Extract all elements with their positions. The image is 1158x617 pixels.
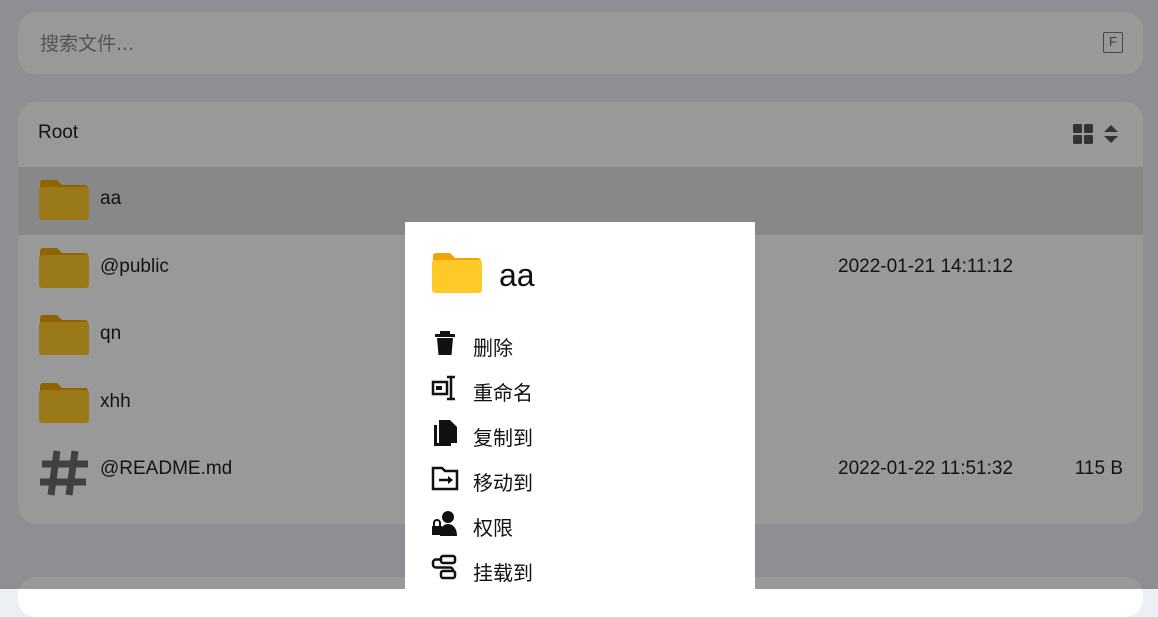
menu-item-label: 权限 — [473, 516, 513, 540]
menu-item-permission[interactable]: 权限 — [431, 503, 731, 543]
menu-item-label: 重命名 — [473, 381, 533, 405]
menu-item-label: 删除 — [473, 336, 513, 360]
copy-icon — [431, 419, 459, 447]
menu-item-rename[interactable]: 重命名 — [431, 368, 731, 408]
context-menu-header: aa — [431, 252, 731, 296]
move-icon — [431, 464, 459, 492]
context-menu: aa 删除重命名复制到移动到权限挂载到 — [405, 222, 755, 602]
menu-item-mount[interactable]: 挂载到 — [431, 548, 731, 588]
menu-item-move[interactable]: 移动到 — [431, 458, 731, 498]
rename-icon — [431, 374, 459, 402]
menu-item-trash[interactable]: 删除 — [431, 323, 731, 363]
menu-item-label: 复制到 — [473, 426, 533, 450]
folder-icon — [431, 252, 483, 299]
mount-icon — [431, 554, 459, 582]
permission-icon — [431, 509, 459, 537]
context-menu-title: aa — [499, 257, 535, 293]
trash-icon — [431, 329, 459, 357]
menu-item-copy[interactable]: 复制到 — [431, 413, 731, 453]
menu-item-label: 挂载到 — [473, 561, 533, 585]
menu-item-label: 移动到 — [473, 471, 533, 495]
